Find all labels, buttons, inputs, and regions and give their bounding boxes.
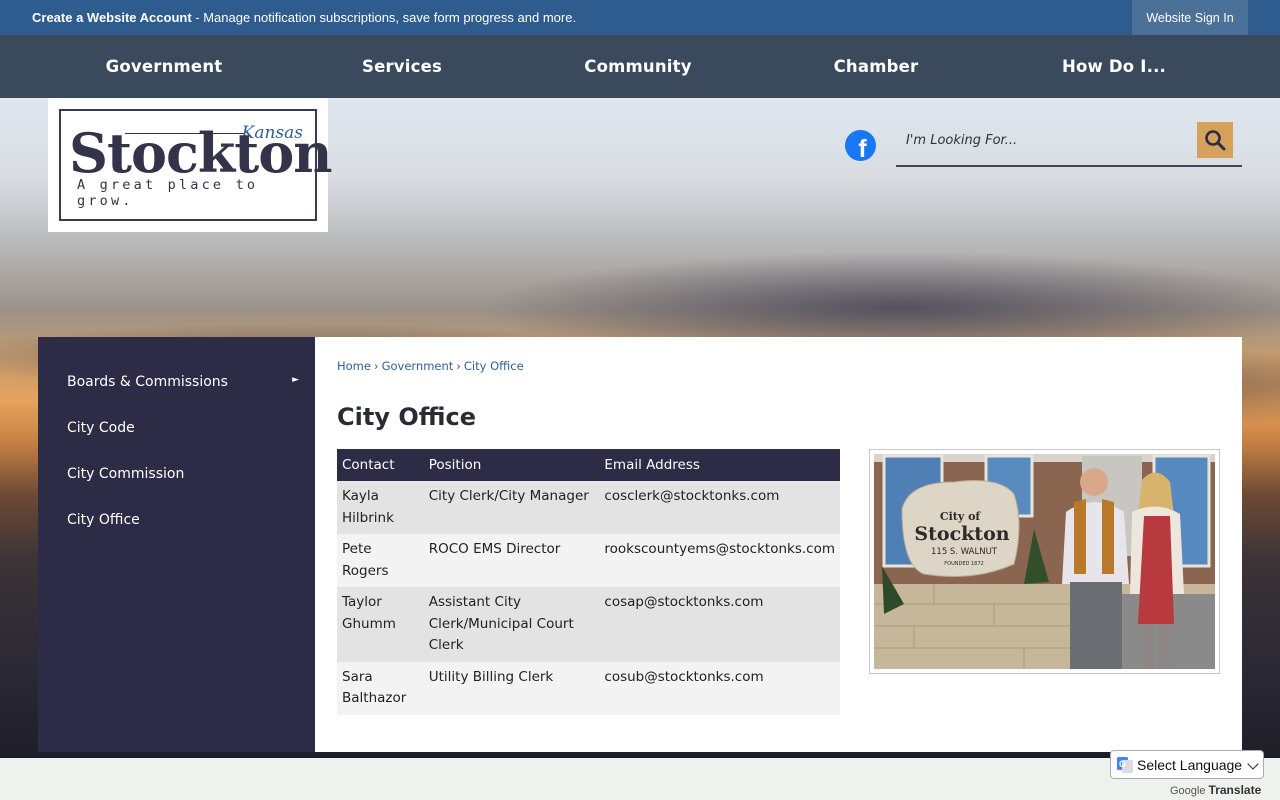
chevron-down-icon — [1247, 758, 1259, 770]
sign-text-stockton: Stockton — [914, 523, 1009, 545]
contact-position: Utility Billing Clerk — [423, 661, 600, 715]
city-office-photo: City of Stockton 115 S. WALNUT FOUNDED 1… — [869, 449, 1220, 674]
sign-text-city-of: City of — [940, 510, 982, 523]
translate-label: Translate — [1208, 783, 1262, 797]
sidebar-item-city-commission[interactable]: City Commission — [67, 466, 307, 482]
contact-email[interactable]: rookscountyems@stocktonks.com — [599, 534, 840, 587]
site-search — [896, 118, 1242, 167]
nav-community[interactable]: Community — [538, 35, 738, 98]
column-header-email: Email Address — [599, 449, 840, 481]
breadcrumb-home[interactable]: Home — [337, 359, 371, 373]
sign-text-founded: FOUNDED 1872 — [944, 561, 983, 567]
page-title: City Office — [337, 403, 476, 431]
footer-band — [0, 758, 1280, 800]
create-account-link[interactable]: Create a Website Account — [32, 10, 192, 25]
contact-name: Sara Balthazor — [337, 661, 424, 715]
staff-photo: City of Stockton 115 S. WALNUT FOUNDED 1… — [874, 454, 1215, 669]
table-row: Taylor Ghumm Assistant City Clerk/Munici… — [337, 587, 840, 662]
contact-position: City Clerk/City Manager — [423, 481, 600, 534]
sidebar-item-city-code[interactable]: City Code — [67, 420, 307, 436]
main-nav: Government Services Community Chamber Ho… — [0, 35, 1280, 98]
logo-tagline: A great place to grow. — [77, 177, 259, 209]
svg-text:G: G — [1119, 759, 1126, 769]
sidebar-item-boards-commissions[interactable]: Boards & Commissions ► — [67, 374, 307, 390]
sidebar: Boards & Commissions ► City Code City Co… — [38, 337, 315, 752]
site-logo[interactable]: Kansas Stockton A great place to grow. — [48, 98, 332, 232]
breadcrumb: Home › Government › City Office — [337, 359, 524, 373]
contact-name: Pete Rogers — [337, 534, 424, 587]
table-row: Pete Rogers ROCO EMS Director rookscount… — [337, 534, 840, 587]
sidebar-item-label: Boards & Commissions — [67, 374, 228, 390]
nav-government[interactable]: Government — [64, 35, 264, 98]
logo-wordmark: Stockton — [69, 121, 332, 185]
main-content: Home › Government › City Office City Office … — [315, 337, 1242, 752]
column-header-contact: Contact — [337, 449, 424, 481]
sidebar-item-city-office[interactable]: City Office — [67, 512, 307, 528]
contact-position: Assistant City Clerk/Municipal Court Cle… — [423, 587, 600, 662]
search-button[interactable] — [1197, 122, 1233, 158]
select-language-label: Select Language — [1137, 756, 1243, 773]
sign-text-address: 115 S. WALNUT — [931, 547, 998, 557]
contact-email[interactable]: cosclerk@stocktonks.com — [599, 481, 840, 534]
contact-position: ROCO EMS Director — [423, 534, 600, 587]
table-row: Kayla Hilbrink City Clerk/City Manager c… — [337, 481, 840, 534]
breadcrumb-separator: › — [456, 359, 461, 373]
google-label: Google — [1170, 785, 1206, 797]
breadcrumb-government[interactable]: Government — [382, 359, 454, 373]
submenu-arrow-icon: ► — [292, 375, 299, 385]
nav-chamber[interactable]: Chamber — [776, 35, 976, 98]
contact-name: Taylor Ghumm — [337, 587, 424, 662]
notification-description: - Manage notification subscriptions, sav… — [191, 10, 577, 25]
notification-bar: Create a Website Account - Manage notifi… — [0, 0, 1280, 35]
facebook-icon[interactable]: f — [845, 130, 876, 161]
contact-email[interactable]: cosub@stocktonks.com — [599, 661, 840, 715]
website-sign-in-button[interactable]: Website Sign In — [1132, 0, 1248, 35]
table-row: Sara Balthazor Utility Billing Clerk cos… — [337, 661, 840, 715]
contact-email[interactable]: cosap@stocktonks.com — [599, 587, 840, 662]
search-icon — [1205, 130, 1226, 151]
table-header-row: Contact Position Email Address — [337, 449, 840, 481]
contacts-table: Contact Position Email Address Kayla Hil… — [337, 449, 840, 715]
google-translate-credit[interactable]: Google Translate — [1170, 783, 1261, 797]
select-language-dropdown[interactable]: G Select Language — [1110, 750, 1264, 779]
nav-how-do-i[interactable]: How Do I... — [1014, 35, 1214, 98]
column-header-position: Position — [423, 449, 600, 481]
google-translate-icon: G — [1117, 756, 1133, 773]
search-input[interactable] — [896, 118, 1192, 162]
logo-frame: Kansas Stockton A great place to grow. — [59, 109, 332, 221]
photo-illustration: City of Stockton 115 S. WALNUT FOUNDED 1… — [874, 454, 1215, 669]
breadcrumb-city-office[interactable]: City Office — [464, 359, 524, 373]
notification-text[interactable]: Create a Website Account - Manage notifi… — [32, 10, 576, 25]
contact-name: Kayla Hilbrink — [337, 481, 424, 534]
nav-services[interactable]: Services — [302, 35, 502, 98]
breadcrumb-separator: › — [373, 359, 379, 373]
